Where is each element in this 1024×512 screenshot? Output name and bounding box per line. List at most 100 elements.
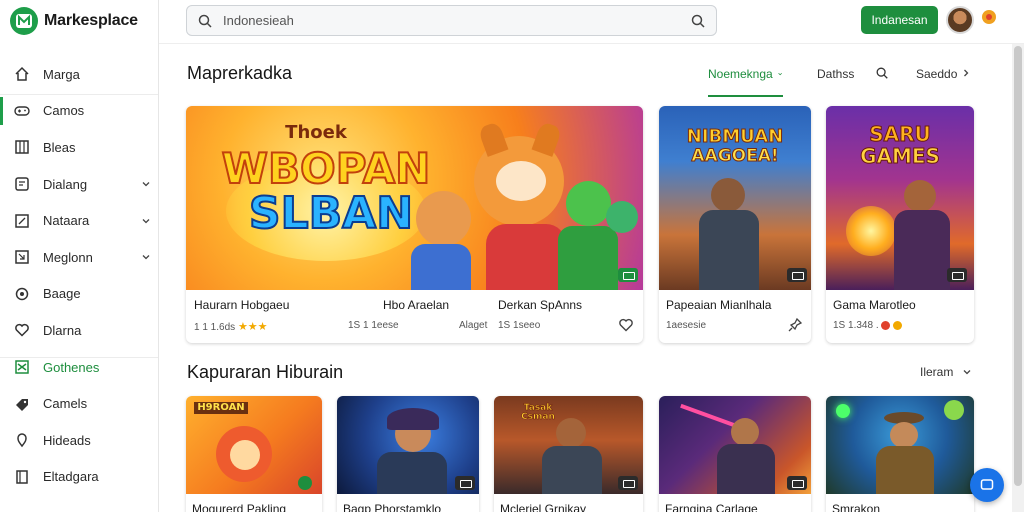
- brand-name: Markesplace: [44, 12, 138, 29]
- heart-icon[interactable]: [618, 317, 634, 333]
- game-art-text: GAMES: [860, 144, 941, 168]
- featured-game-card[interactable]: SARU GAMES Gama Marotleo 1S 1.348 .: [826, 106, 974, 343]
- sidebar-item-label: Gothenes: [43, 359, 100, 375]
- featured-game-card[interactable]: NIBMUAN AAGOEA! Papeaian Mianlhala 1aese…: [659, 106, 811, 343]
- game-art-text: NIBMUAN: [686, 126, 784, 147]
- tag-icon: [14, 213, 30, 229]
- sort-dropdown[interactable]: Noemeknga: [708, 64, 783, 97]
- game-artwork: NIBMUAN AAGOEA!: [659, 106, 811, 290]
- hero-item-title[interactable]: Haurarn Hobgaeu: [194, 298, 289, 312]
- sidebar-item-camels[interactable]: Camels: [0, 385, 158, 422]
- hero-extra-label: Alaget: [459, 320, 488, 331]
- see-more-link[interactable]: Ileram: [920, 365, 953, 379]
- heart-icon: [14, 322, 30, 338]
- chevron-down-icon[interactable]: [961, 366, 973, 378]
- cowboy-body: [876, 446, 934, 494]
- language-button[interactable]: Indanesan: [861, 6, 938, 34]
- sidebar-item-label: Nataara: [43, 213, 90, 229]
- sidebar-item-label: Bleas: [43, 139, 76, 155]
- sidebar-divider: [0, 357, 158, 358]
- game-title[interactable]: Bagp Phorstamklo: [343, 502, 441, 512]
- platform-badge: [787, 476, 807, 490]
- game-artwork: [337, 396, 479, 494]
- sidebar-item-dialang[interactable]: Dialang: [0, 166, 158, 203]
- fox-shirt: [486, 224, 566, 290]
- game-art-text: AAGOEA!: [691, 146, 779, 166]
- game-artwork: [826, 396, 974, 494]
- see-all-link[interactable]: Saeddo: [916, 67, 957, 81]
- hero-character-body: [699, 210, 759, 290]
- notification-icon[interactable]: [982, 10, 996, 24]
- hero-item-title[interactable]: Derkan SpAnns: [498, 298, 582, 312]
- sidebar-item-hideads[interactable]: Hideads: [0, 422, 158, 459]
- sidebar-item-label: Baage: [43, 286, 81, 302]
- chat-icon: [980, 479, 994, 490]
- sidebar-item-meglonn[interactable]: Meglonn: [0, 239, 158, 276]
- small-fox-shirt: [411, 244, 471, 290]
- search-input[interactable]: Indonesieah: [223, 13, 294, 28]
- game-title[interactable]: Farngina Carlage: [665, 502, 758, 512]
- home-icon: [14, 66, 30, 82]
- sidebar-item-label: Dialang: [43, 176, 88, 192]
- warrior-body: [377, 452, 447, 494]
- platform-badge: [618, 476, 638, 490]
- game-title[interactable]: Papeaian Mianlhala: [666, 298, 771, 312]
- chat-icon: [14, 176, 30, 192]
- search-bar[interactable]: Indonesieah: [186, 5, 717, 36]
- hero-item-title[interactable]: Hbo Araelan: [383, 298, 449, 312]
- sidebar-item-gothenes[interactable]: Gothenes: [0, 349, 158, 386]
- game-title[interactable]: Mogurerd Pakling: [192, 502, 286, 512]
- game-title[interactable]: Smrakon: [832, 502, 880, 512]
- chevron-down-icon[interactable]: [140, 215, 152, 227]
- platform-badge: [455, 476, 475, 490]
- game-card[interactable]: H9ROAN Mogurerd Pakling: [186, 396, 322, 512]
- brand[interactable]: Markesplace: [10, 6, 138, 36]
- search-icon: [198, 14, 212, 28]
- search-submit-icon[interactable]: [690, 13, 706, 29]
- sidebar-item-label: Dlarna: [43, 322, 82, 338]
- chevron-down-icon[interactable]: [140, 251, 152, 263]
- chevron-right-icon[interactable]: [960, 67, 972, 79]
- game-card[interactable]: Farngina Carlage: [659, 396, 811, 512]
- sidebar-item-baage[interactable]: Baage: [0, 276, 158, 313]
- sidebar-item-eltadgara[interactable]: Eltadgara: [0, 459, 158, 496]
- sidebar-item-label: Hideads: [43, 432, 91, 448]
- rating-count: 1 1 1.6ds: [194, 322, 236, 333]
- sidebar-item-label: Meglonn: [43, 249, 93, 265]
- details-link[interactable]: Dathss: [817, 67, 854, 81]
- laser-effect: [680, 403, 738, 429]
- top-bar: Indonesieah Indanesan: [159, 0, 1024, 44]
- crop-icon: [14, 249, 30, 265]
- game-card[interactable]: Tasak Csman Mcleriel Grnikay: [494, 396, 643, 512]
- badge-icon: [893, 320, 903, 330]
- sidebar-item-marga[interactable]: Marga: [0, 56, 158, 93]
- sidebar-item-bleas[interactable]: Bleas: [0, 129, 158, 166]
- game-card[interactable]: Smrakon: [826, 396, 974, 512]
- pin-icon[interactable]: [787, 317, 803, 333]
- sidebar-item-label: Marga: [43, 66, 80, 82]
- sidebar-item-dlarna[interactable]: Dlarna: [0, 312, 158, 349]
- magic-orb: [944, 400, 964, 420]
- game-art-text: Tasak Csman: [521, 403, 555, 422]
- game-card[interactable]: Bagp Phorstamklo: [337, 396, 479, 512]
- game-title[interactable]: Gama Marotleo: [833, 298, 916, 312]
- section-title: Maprerkadka: [187, 63, 293, 83]
- featured-hero-card[interactable]: Thoek WBOPAN SLBAN Haurarn Hobgaeu 1 1 1…: [186, 106, 643, 343]
- sidebar-item-label: Camels: [43, 396, 88, 412]
- game-title[interactable]: Mcleriel Grnikay: [500, 502, 586, 512]
- sidebar-item-label: Eltadgara: [43, 469, 99, 485]
- green-character: [566, 181, 611, 226]
- lion-face: [230, 440, 260, 470]
- sidebar-item-camos[interactable]: Camos: [0, 93, 158, 130]
- chat-fab-button[interactable]: [970, 468, 1004, 502]
- scrollbar[interactable]: [1012, 44, 1024, 512]
- scrollbar-thumb[interactable]: [1014, 46, 1022, 486]
- hero-item-meta: 1S 1 1eese: [348, 320, 399, 331]
- platform-badge: [298, 476, 312, 490]
- chevron-down-icon[interactable]: [140, 178, 152, 190]
- search-icon[interactable]: [875, 66, 889, 80]
- pin-icon: [14, 432, 30, 448]
- sidebar-item-nataara[interactable]: Nataara: [0, 202, 158, 239]
- game-artwork: H9ROAN: [186, 396, 322, 494]
- avatar[interactable]: [946, 6, 974, 34]
